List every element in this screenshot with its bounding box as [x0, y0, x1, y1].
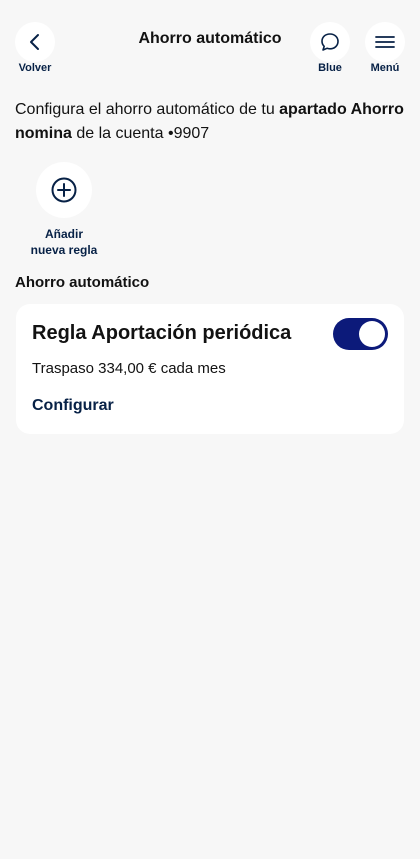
page-title: Ahorro automático — [138, 30, 282, 47]
top-bar: Volver Ahorro automático Blue Menú — [0, 0, 420, 92]
rule-description: Traspaso 334,00 € cada mes — [32, 360, 226, 377]
rule-title: Regla Aportación periódica — [32, 322, 292, 344]
intro-prefix: Configura el ahorro automático de tu — [15, 101, 280, 118]
add-rule-circle[interactable] — [36, 162, 92, 218]
add-rule-label[interactable]: Añadir nueva regla — [26, 226, 102, 258]
back-button[interactable] — [15, 22, 55, 62]
back-label[interactable]: Volver — [5, 62, 65, 74]
intro-suffix: de la cuenta •9907 — [71, 125, 210, 142]
intro-text: Configura el ahorro automático de tu apa… — [15, 98, 405, 146]
hamburger-menu-icon — [375, 36, 395, 48]
rule-toggle[interactable] — [333, 318, 388, 350]
chevron-left-icon — [30, 34, 39, 50]
chat-label[interactable]: Blue — [300, 62, 360, 74]
menu-button[interactable] — [365, 22, 405, 62]
chat-bubble-icon — [321, 33, 339, 51]
rule-card: Regla Aportación periódica Traspaso 334,… — [16, 304, 404, 434]
plus-circle-icon — [51, 177, 77, 203]
toggle-knob — [359, 321, 385, 347]
menu-label[interactable]: Menú — [355, 62, 415, 74]
configure-link[interactable]: Configurar — [32, 397, 114, 415]
add-rule-button[interactable]: Añadir nueva regla — [26, 162, 102, 258]
section-title: Ahorro automático — [15, 274, 150, 291]
chat-button[interactable] — [310, 22, 350, 62]
